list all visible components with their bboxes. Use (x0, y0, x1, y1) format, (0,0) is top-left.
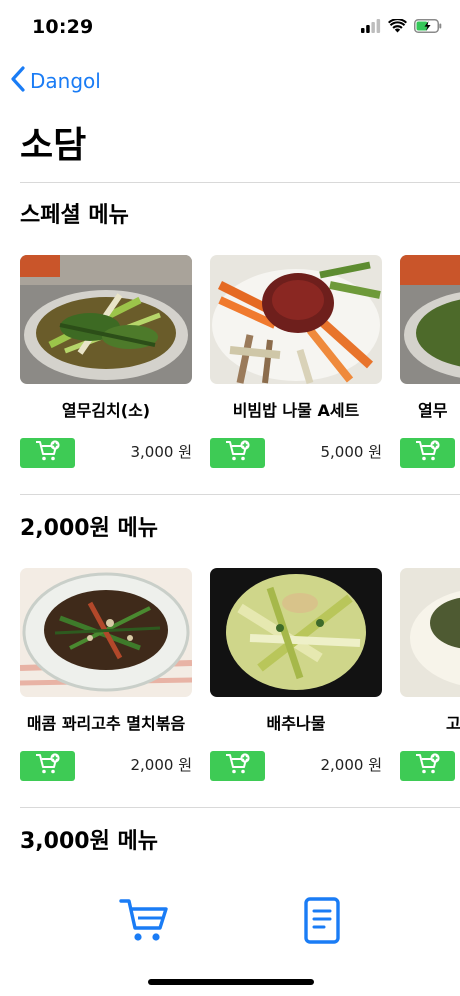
page-title: 소담 (20, 125, 87, 166)
status-bar: 10:29 (0, 0, 460, 56)
menu-item-name: 비빔밥 나물 A세트 (232, 401, 360, 420)
menu-card[interactable]: 고 (400, 568, 460, 781)
battery-charging-icon (414, 18, 442, 37)
add-to-cart-button[interactable] (20, 751, 75, 781)
menu-item-price: 5,000 원 (320, 443, 382, 461)
cellular-signal-icon (361, 18, 381, 37)
menu-card[interactable]: 열무김치(소) 3,000 원 (20, 255, 192, 468)
menu-item-name: 열무김치(소) (61, 401, 151, 420)
add-to-cart-button[interactable] (400, 751, 455, 781)
section-title: 3,000원 메뉴 (20, 829, 158, 854)
tab-orders[interactable] (300, 896, 344, 946)
cart-icon (118, 899, 170, 948)
add-to-cart-button[interactable] (20, 438, 75, 468)
home-indicator (148, 979, 314, 985)
menu-card[interactable]: 비빔밥 나물 A세트 5,000 원 (210, 255, 382, 468)
menu-row-special[interactable]: 열무김치(소) 3,000 원 비빔밥 나물 A세트 5,000 원 열무 (20, 255, 460, 475)
section-title: 2,000원 메뉴 (20, 516, 158, 541)
menu-item-photo[interactable] (210, 568, 382, 697)
status-time: 10:29 (32, 16, 94, 38)
status-icons (361, 18, 442, 37)
menu-item-photo[interactable] (20, 255, 192, 384)
menu-card[interactable]: 열무 (400, 255, 460, 468)
back-button-label: Dangol (30, 69, 101, 93)
chevron-left-icon (10, 65, 26, 97)
order-list-icon (300, 897, 344, 950)
menu-item-photo[interactable] (400, 568, 460, 697)
cart-plus-icon (225, 440, 251, 466)
tab-bar (0, 880, 460, 996)
menu-item-price: 2,000 원 (130, 756, 192, 774)
cart-plus-icon (35, 753, 61, 779)
add-to-cart-button[interactable] (400, 438, 455, 468)
menu-row-2000[interactable]: 매콤 꽈리고추 멸치볶음 2,000 원 배추나물 2,000 원 고 (20, 568, 460, 788)
menu-item-name: 배추나물 (266, 714, 326, 733)
menu-item-name: 매콤 꽈리고추 멸치볶음 (26, 714, 186, 733)
menu-item-photo[interactable] (20, 568, 192, 697)
menu-item-name: 열무 (418, 401, 448, 420)
menu-item-photo[interactable] (400, 255, 460, 384)
add-to-cart-button[interactable] (210, 438, 265, 468)
menu-card[interactable]: 매콤 꽈리고추 멸치볶음 2,000 원 (20, 568, 192, 781)
section-title: 스페셜 메뉴 (20, 203, 129, 228)
cart-plus-icon (225, 753, 251, 779)
menu-item-photo[interactable] (210, 255, 382, 384)
back-button[interactable]: Dangol (10, 66, 101, 96)
menu-item-price: 2,000 원 (320, 756, 382, 774)
wifi-icon (388, 18, 407, 37)
cart-plus-icon (35, 440, 61, 466)
menu-card[interactable]: 배추나물 2,000 원 (210, 568, 382, 781)
menu-item-price: 3,000 원 (130, 443, 192, 461)
cart-plus-icon (415, 440, 441, 466)
cart-plus-icon (415, 753, 441, 779)
tab-cart[interactable] (118, 896, 170, 944)
menu-item-name: 고 (446, 714, 460, 733)
divider (20, 494, 460, 495)
add-to-cart-button[interactable] (210, 751, 265, 781)
divider (20, 182, 460, 183)
divider (20, 807, 460, 808)
